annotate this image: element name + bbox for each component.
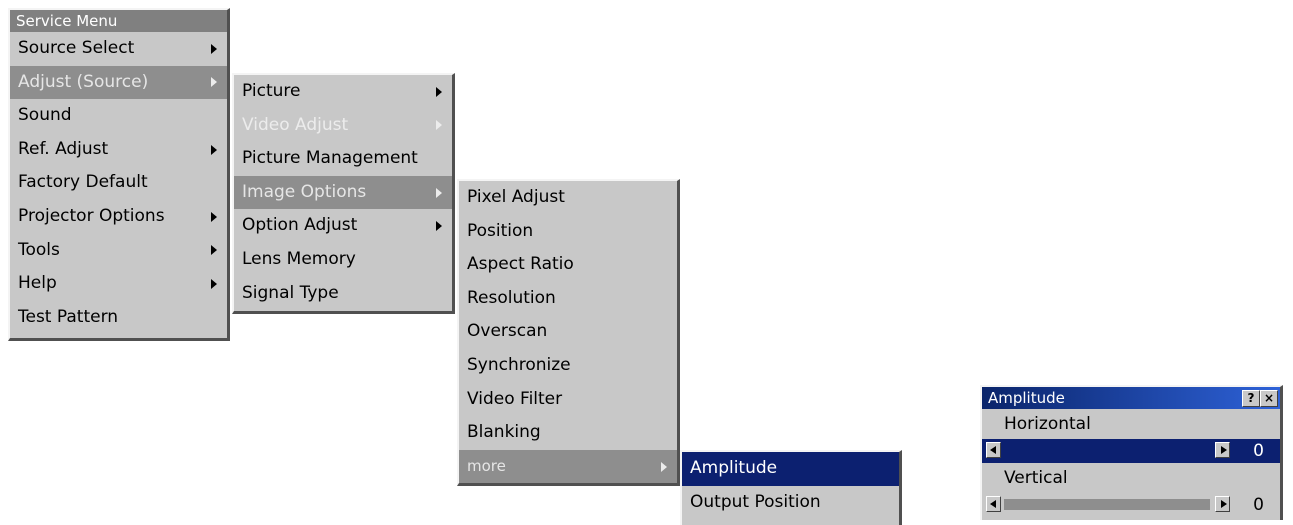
menu-item-label: Video Filter [467, 388, 563, 409]
menu-item-label: Tools [18, 239, 60, 260]
submenu-arrow-icon [211, 43, 217, 54]
menu-item-label: Adjust (Source) [18, 71, 149, 92]
slider-track[interactable] [1004, 445, 1210, 456]
menu-item-blanking[interactable]: Blanking [459, 416, 677, 450]
service-menu-title: Service Menu [10, 10, 227, 32]
submenu-arrow-icon [211, 144, 217, 155]
vertical-label: Vertical [1004, 468, 1068, 488]
submenu-arrow-icon [211, 245, 217, 256]
submenu-arrow-icon [436, 120, 442, 131]
vertical-value: 0 [1253, 495, 1264, 515]
menu-item-label: more [467, 456, 506, 475]
service-menu: Service Menu Source Select Adjust (Sourc… [8, 8, 230, 341]
menu-item-label: Option Adjust [242, 215, 358, 236]
menu-item-more[interactable]: more [459, 449, 677, 484]
submenu-arrow-icon [211, 278, 217, 289]
menu-item-label: Image Options [242, 181, 367, 202]
close-button[interactable]: × [1260, 390, 1278, 407]
menu-item-amplitude[interactable]: Amplitude [682, 452, 899, 486]
menu-item-label: Aspect Ratio [467, 254, 574, 275]
menu-item-picture-management[interactable]: Picture Management [234, 142, 452, 176]
slider-left-arrow-icon[interactable] [986, 496, 1001, 512]
menu-item-label: Position [467, 220, 534, 241]
submenu-arrow-icon [211, 211, 217, 222]
menu-item-output-position[interactable]: Output Position [682, 486, 899, 520]
amplitude-dialog-title-bar: Amplitude ? × [982, 387, 1280, 409]
menu-item-option-adjust[interactable]: Option Adjust [234, 209, 452, 243]
adjust-source-submenu: Picture Video Adjust Picture Management … [232, 73, 455, 314]
horizontal-slider[interactable]: 0 [982, 439, 1280, 463]
menu-item-label: Pixel Adjust [467, 187, 565, 207]
menu-item-label: Picture Management [242, 148, 418, 169]
menu-item-label: Sound [18, 105, 72, 126]
menu-item-label: Picture [242, 81, 301, 101]
menu-item-label: Ref. Adjust [18, 138, 109, 159]
menu-item-synchronize[interactable]: Synchronize [459, 349, 677, 383]
menu-item-position[interactable]: Position [459, 215, 677, 249]
submenu-arrow-icon [436, 187, 442, 198]
menu-item-label: Blanking [467, 422, 541, 443]
menu-item-label: Source Select [18, 38, 135, 58]
menu-item-tools[interactable]: Tools [10, 234, 227, 268]
menu-item-label: Overscan [467, 321, 548, 342]
dialog-title: Amplitude [988, 389, 1065, 407]
menu-item-label: Lens Memory [242, 248, 356, 269]
menu-item-signal-type[interactable]: Signal Type [234, 277, 452, 311]
more-submenu: Amplitude Output Position [680, 450, 902, 525]
menu-item-label: Video Adjust [242, 114, 349, 135]
menu-item-label: Synchronize [467, 354, 571, 375]
menu-item-picture[interactable]: Picture [234, 75, 452, 109]
menu-item-help[interactable]: Help [10, 267, 227, 301]
amplitude-dialog: Amplitude ? × Horizontal 0 Vertical 0 [980, 385, 1283, 520]
slider-right-arrow-icon[interactable] [1215, 442, 1230, 458]
menu-item-label: Output Position [690, 491, 821, 512]
slider-left-arrow-icon[interactable] [986, 442, 1001, 458]
menu-item-label: Signal Type [242, 282, 339, 303]
menu-item-label: Factory Default [18, 172, 148, 193]
submenu-arrow-icon [211, 77, 217, 88]
menu-item-factory-default[interactable]: Factory Default [10, 166, 227, 200]
menu-item-test-pattern[interactable]: Test Pattern [10, 301, 227, 335]
menu-item-pixel-adjust[interactable]: Pixel Adjust [459, 181, 677, 215]
menu-item-label: Help [18, 273, 57, 294]
menu-item-aspect-ratio[interactable]: Aspect Ratio [459, 248, 677, 282]
horizontal-label: Horizontal [1004, 414, 1091, 434]
help-button[interactable]: ? [1242, 390, 1260, 407]
menu-item-projector-options[interactable]: Projector Options [10, 200, 227, 234]
menu-item-image-options[interactable]: Image Options [234, 175, 452, 210]
menu-item-ref-adjust[interactable]: Ref. Adjust [10, 133, 227, 167]
slider-right-arrow-icon[interactable] [1215, 496, 1230, 512]
menu-item-overscan[interactable]: Overscan [459, 315, 677, 349]
horizontal-value: 0 [1253, 441, 1264, 461]
slider-track[interactable] [1004, 499, 1210, 510]
menu-item-adjust-source[interactable]: Adjust (Source) [10, 65, 227, 100]
menu-item-lens-memory[interactable]: Lens Memory [234, 243, 452, 277]
submenu-arrow-icon [436, 221, 442, 232]
image-options-submenu: Pixel Adjust Position Aspect Ratio Resol… [457, 179, 680, 486]
menu-item-label: Amplitude [690, 458, 778, 478]
menu-item-video-adjust: Video Adjust [234, 109, 452, 143]
menu-item-label: Projector Options [18, 205, 165, 226]
submenu-arrow-icon [661, 461, 667, 472]
menu-item-label: Test Pattern [18, 306, 119, 327]
menu-item-video-filter[interactable]: Video Filter [459, 383, 677, 417]
vertical-slider[interactable]: 0 [982, 493, 1280, 517]
menu-item-sound[interactable]: Sound [10, 99, 227, 133]
menu-item-label: Resolution [467, 287, 556, 308]
submenu-arrow-icon [436, 86, 442, 97]
menu-item-resolution[interactable]: Resolution [459, 282, 677, 316]
menu-item-source-select[interactable]: Source Select [10, 32, 227, 66]
